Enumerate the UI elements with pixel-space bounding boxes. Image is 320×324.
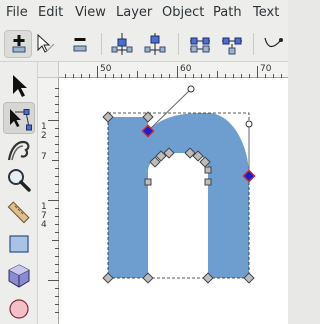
canvas-drawing	[102, 85, 256, 284]
ruler-label-v: 7	[41, 152, 47, 162]
3d-box-tool-icon	[8, 264, 30, 288]
node-tool-icon	[10, 109, 32, 131]
delete-node-icon	[73, 38, 87, 52]
menu-edit[interactable]: Edit	[38, 5, 63, 20]
break-path-button[interactable]	[32, 30, 60, 58]
join-nodes-button[interactable]	[108, 30, 136, 58]
ruler-corner	[38, 62, 59, 78]
path-node-cusp[interactable]	[204, 178, 212, 186]
bezier-handle[interactable]	[245, 120, 253, 128]
ruler-label-v: 4	[41, 220, 47, 230]
toolbar-separator	[253, 33, 254, 55]
ruler-label-h: 60	[180, 64, 192, 74]
ruler-label-v: 2	[41, 131, 47, 141]
node-tool[interactable]	[3, 102, 35, 134]
ellipse-tool[interactable]	[3, 292, 35, 324]
ruler-ticks-v	[48, 88, 59, 313]
ruler-label-h: 70	[260, 64, 272, 74]
zoom-tool[interactable]	[3, 164, 35, 196]
break-node-icon	[144, 33, 166, 55]
insert-node-icon	[12, 35, 26, 53]
rectangle-tool[interactable]	[3, 228, 35, 260]
join-segment-button[interactable]	[186, 30, 214, 58]
menu-bar: File Edit View Layer Object Path Text	[0, 0, 288, 27]
make-curve-button[interactable]	[259, 30, 287, 58]
letter-n-path[interactable]	[108, 113, 249, 278]
menu-text[interactable]: Text	[253, 5, 279, 20]
insert-node-button[interactable]	[4, 30, 32, 58]
break-node-button[interactable]	[141, 30, 169, 58]
path-node-cusp[interactable]	[144, 178, 152, 186]
bezier-handle[interactable]	[187, 85, 195, 93]
menu-path[interactable]: Path	[213, 5, 242, 20]
drawing-canvas[interactable]	[59, 78, 288, 324]
menu-object[interactable]: Object	[162, 5, 204, 20]
menu-layer[interactable]: Layer	[116, 5, 152, 20]
rectangle-tool-icon	[9, 235, 29, 253]
selector-tool[interactable]	[3, 70, 35, 102]
zoom-tool-icon	[8, 169, 31, 192]
ruler-label-h: 50	[100, 64, 112, 74]
tool-controls-bar	[0, 27, 288, 62]
measure-tool-icon	[7, 201, 30, 224]
menu-file[interactable]: File	[6, 5, 28, 20]
vertical-ruler[interactable]: 1 2 7 1 7 4	[38, 78, 59, 324]
tweak-tool-icon	[7, 140, 30, 161]
3d-box-tool[interactable]	[3, 260, 35, 292]
path-node-cusp[interactable]	[204, 166, 212, 174]
delete-segment-icon	[222, 37, 242, 55]
bezier-curve-icon	[264, 37, 283, 48]
delete-node-button[interactable]	[66, 30, 94, 58]
toolbar-separator	[101, 33, 102, 55]
horizontal-ruler[interactable]: 50 60 70	[59, 62, 288, 78]
toolbar-separator	[178, 33, 179, 55]
selector-tool-icon	[13, 75, 27, 97]
measure-tool[interactable]	[3, 196, 35, 228]
delete-segment-button[interactable]	[218, 30, 246, 58]
ellipse-tool-icon	[9, 299, 29, 319]
menu-view[interactable]: View	[75, 5, 106, 20]
toolbox	[0, 62, 38, 324]
ruler-ticks-h	[65, 66, 282, 78]
join-segment-icon	[190, 37, 210, 53]
join-nodes-icon	[111, 33, 133, 55]
tweak-tool[interactable]	[3, 134, 35, 166]
break-path-icon	[37, 33, 55, 53]
